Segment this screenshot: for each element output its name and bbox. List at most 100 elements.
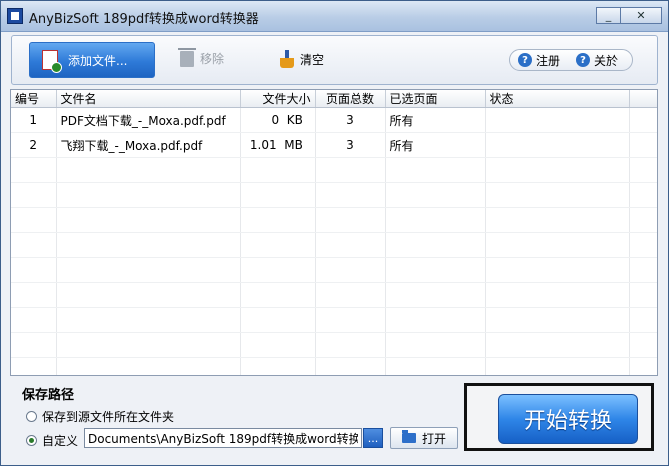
cell-num: 2: [11, 132, 57, 158]
browse-button[interactable]: ...: [363, 428, 383, 448]
empty-cell: [385, 332, 486, 358]
size-value: 1.01: [249, 138, 277, 152]
cell-pages: 3: [315, 107, 386, 133]
cell-size: 0 KB: [240, 107, 316, 133]
about-button[interactable]: ? 关於: [568, 52, 626, 69]
empty-cell: [385, 307, 486, 333]
save-path-title: 保存路径: [22, 388, 75, 403]
empty-cell: [315, 207, 386, 233]
add-file-button[interactable]: 添加文件...: [29, 42, 155, 78]
col-header-selected[interactable]: 已选页面: [385, 90, 486, 108]
empty-cell: [11, 157, 57, 183]
start-button-frame: 开始转换: [464, 383, 654, 451]
empty-cell: [240, 207, 316, 233]
empty-cell: [485, 157, 630, 183]
col-header-name[interactable]: 文件名: [56, 90, 241, 108]
about-label: 关於: [594, 53, 619, 68]
col-header-num[interactable]: 编号: [11, 90, 57, 108]
empty-row: [11, 257, 657, 283]
col-header-status[interactable]: 状态: [485, 90, 630, 108]
size-value: 0: [271, 113, 280, 127]
empty-cell: [485, 182, 630, 208]
empty-cell: [385, 357, 486, 375]
size-unit: KB: [286, 113, 303, 127]
empty-cell: [240, 157, 316, 183]
about-help-icon: ?: [576, 53, 591, 67]
clear-button[interactable]: 清空: [280, 50, 324, 68]
radio-source-indicator[interactable]: [26, 411, 37, 422]
empty-cell: [315, 232, 386, 258]
empty-cell: [56, 332, 241, 358]
empty-cell: [385, 207, 486, 233]
empty-cell: [629, 157, 657, 183]
toolbar: 添加文件... 移除 清空 ? 注册 ? 关於: [11, 35, 658, 85]
empty-row: [11, 307, 657, 333]
help-pill: ? 注册 ? 关於: [509, 49, 633, 71]
open-folder-button[interactable]: 打开: [390, 427, 458, 449]
broom-icon: [280, 50, 294, 68]
empty-cell: [629, 357, 657, 375]
empty-row: [11, 282, 657, 308]
empty-cell: [56, 282, 241, 308]
save-path-panel: 保存路径 保存到源文件所在文件夹 自定义 ... 打开 开始转换: [10, 378, 658, 458]
empty-cell: [11, 332, 57, 358]
app-icon: [7, 8, 23, 24]
file-list[interactable]: 编号 文件名 文件大小 页面总数 已选页面 状态 1 PDF文档下载_-_Mox…: [10, 89, 658, 376]
remove-button[interactable]: 移除: [178, 47, 224, 67]
empty-cell: [11, 207, 57, 233]
register-label: 注册: [536, 53, 561, 68]
app-window: AnyBizSoft 189pdf转换成word转换器 _ ✕ 添加文件... …: [0, 0, 669, 466]
radio-custom-indicator[interactable]: [26, 435, 37, 446]
empty-cell: [11, 357, 57, 375]
register-button[interactable]: ? 注册: [510, 52, 568, 69]
empty-cell: [56, 307, 241, 333]
empty-cell: [11, 307, 57, 333]
start-convert-button[interactable]: 开始转换: [498, 394, 638, 444]
empty-cell: [240, 232, 316, 258]
empty-cell: [240, 332, 316, 358]
folder-icon: [401, 430, 416, 443]
empty-cell: [56, 182, 241, 208]
cell-num: 1: [11, 107, 57, 133]
close-button[interactable]: ✕: [621, 7, 662, 24]
radio-custom[interactable]: 自定义: [26, 432, 78, 449]
empty-cell: [629, 207, 657, 233]
minimize-button[interactable]: _: [596, 7, 621, 24]
empty-cell: [385, 182, 486, 208]
col-header-spacer: [629, 90, 657, 108]
empty-cell: [11, 282, 57, 308]
empty-cell: [315, 357, 386, 375]
empty-cell: [629, 182, 657, 208]
title-bar[interactable]: AnyBizSoft 189pdf转换成word转换器 _ ✕: [1, 1, 668, 32]
empty-cell: [315, 332, 386, 358]
cell-spacer: [629, 107, 657, 133]
cell-name: PDF文档下载_-_Moxa.pdf.pdf: [56, 107, 241, 133]
empty-row: [11, 232, 657, 258]
cell-size: 1.01 MB: [240, 132, 316, 158]
empty-cell: [629, 282, 657, 308]
table-row[interactable]: 1 PDF文档下载_-_Moxa.pdf.pdf 0 KB 3 所有: [11, 107, 657, 133]
empty-cell: [240, 282, 316, 308]
radio-save-to-source[interactable]: 保存到源文件所在文件夹: [26, 408, 174, 425]
empty-cell: [629, 232, 657, 258]
table-row[interactable]: 2 飞翔下载_-_Moxa.pdf.pdf 1.01 MB 3 所有: [11, 132, 657, 158]
empty-row: [11, 332, 657, 358]
empty-cell: [240, 257, 316, 283]
window-title: AnyBizSoft 189pdf转换成word转换器: [29, 12, 259, 27]
cell-name: 飞翔下载_-_Moxa.pdf.pdf: [56, 132, 241, 158]
save-path-input[interactable]: [84, 428, 362, 448]
empty-cell: [240, 307, 316, 333]
add-pdf-icon: [42, 50, 62, 73]
empty-cell: [240, 182, 316, 208]
empty-cell: [485, 332, 630, 358]
empty-row: [11, 357, 657, 375]
col-header-pages[interactable]: 页面总数: [315, 90, 386, 108]
cell-status: [485, 107, 630, 133]
register-help-icon: ?: [518, 53, 532, 67]
empty-cell: [315, 257, 386, 283]
cell-pages: 3: [315, 132, 386, 158]
empty-cell: [315, 307, 386, 333]
cell-status: [485, 132, 630, 158]
col-header-size[interactable]: 文件大小: [240, 90, 316, 108]
empty-cell: [56, 157, 241, 183]
